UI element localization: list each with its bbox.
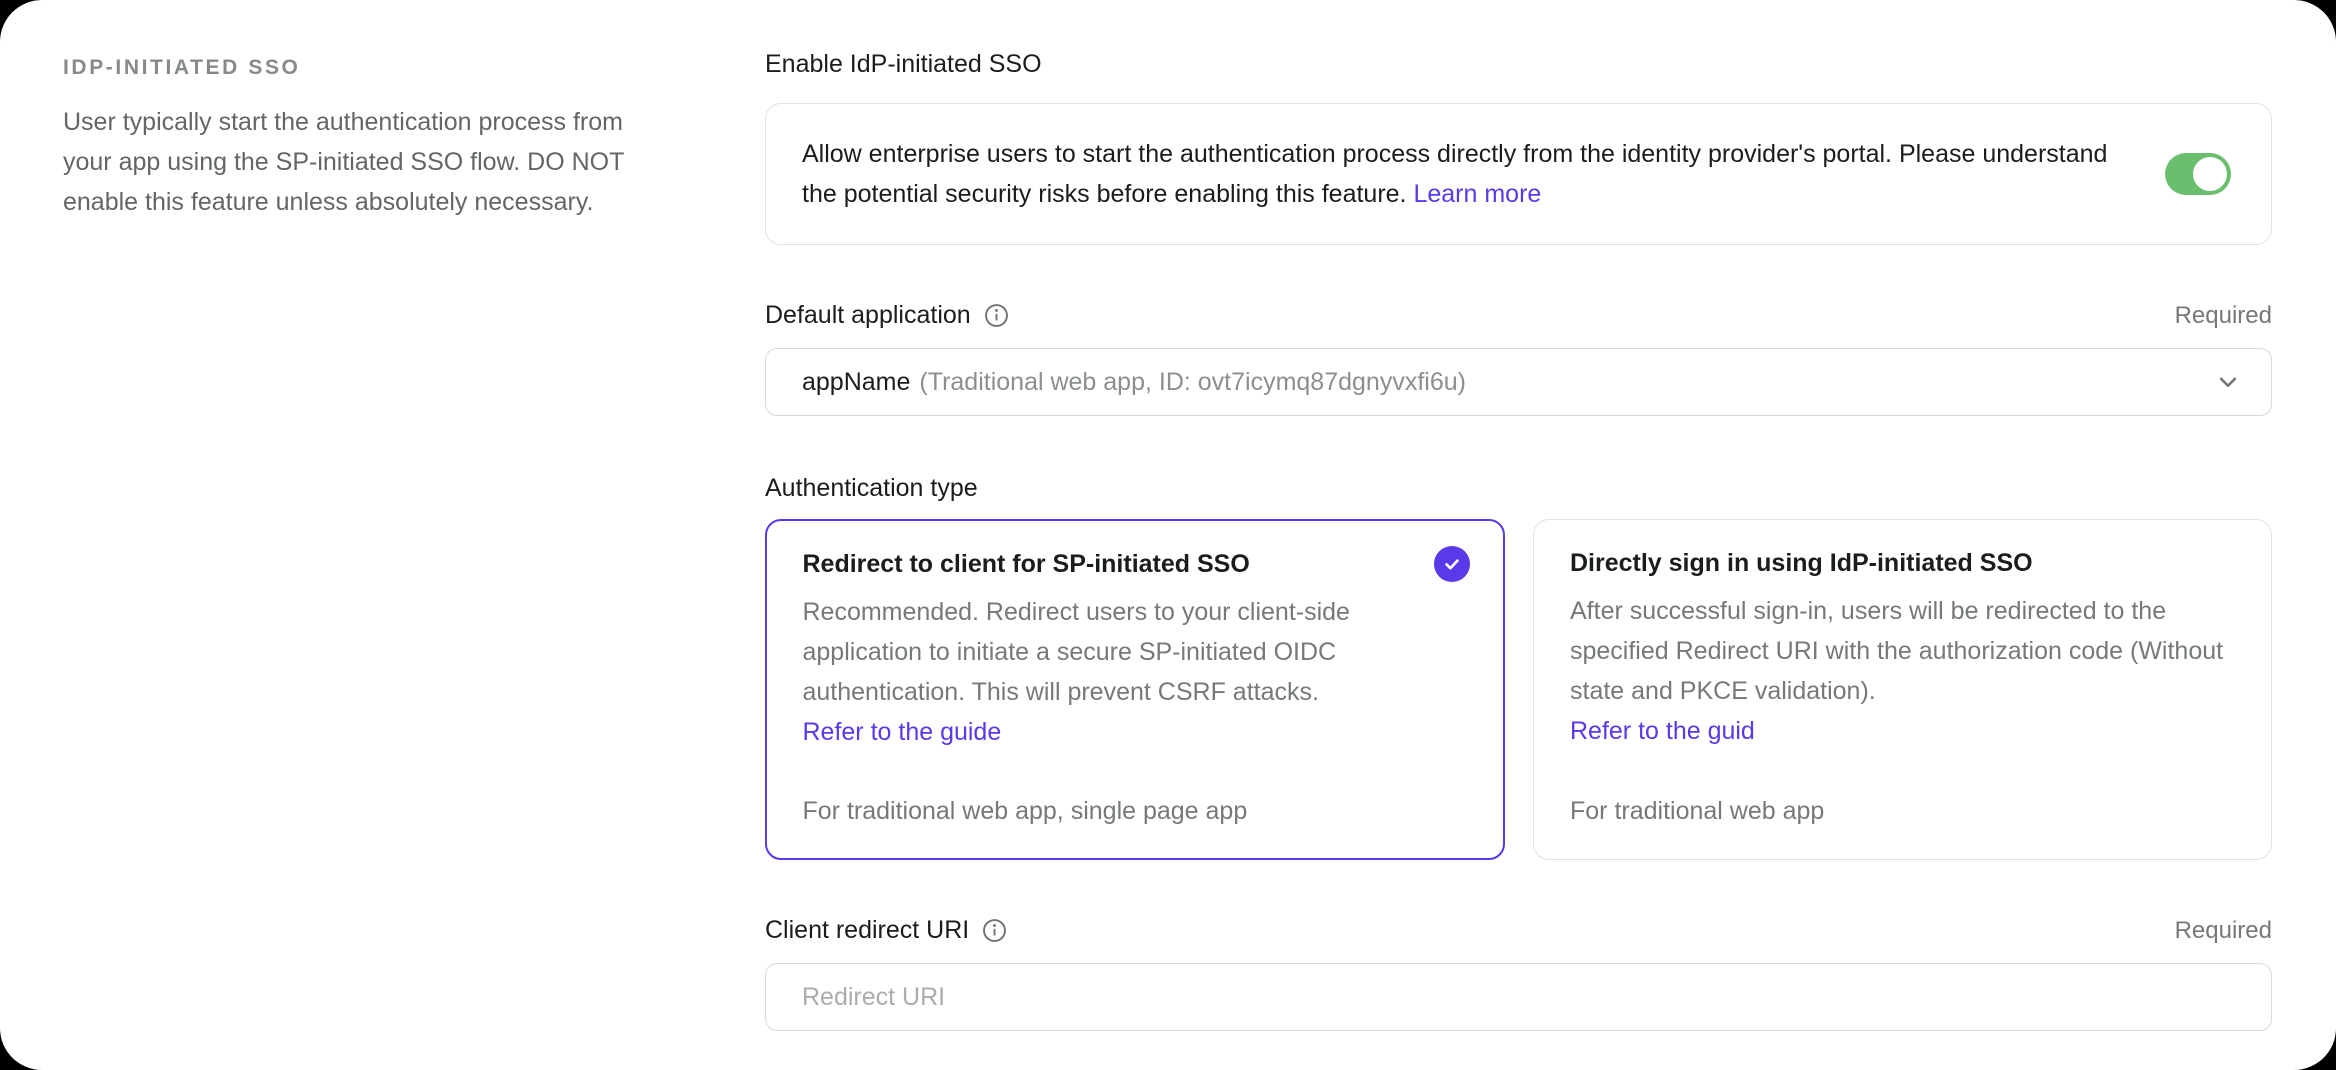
check-icon xyxy=(1434,546,1470,582)
enable-idp-sso-card: Allow enterprise users to start the auth… xyxy=(765,103,2272,245)
option-description: After successful sign-in, users will be … xyxy=(1570,591,2237,711)
default-application-label-row: Default application Required xyxy=(765,301,2272,330)
learn-more-link[interactable]: Learn more xyxy=(1413,180,1541,208)
option-footnote: For traditional web app xyxy=(1570,767,2237,831)
option-title: Directly sign in using IdP-initiated SSO xyxy=(1570,545,2237,581)
option-card-sp-initiated[interactable]: Redirect to client for SP-initiated SSO … xyxy=(765,519,1505,860)
option-description: Recommended. Redirect users to your clie… xyxy=(803,592,1470,712)
option-title: Redirect to client for SP-initiated SSO xyxy=(803,546,1434,582)
enable-idp-sso-description: Allow enterprise users to start the auth… xyxy=(802,134,2117,214)
option-card-idp-initiated[interactable]: Directly sign in using IdP-initiated SSO… xyxy=(1533,519,2272,860)
idp-initiated-sso-settings-page: IDP-INITIATED SSO User typically start t… xyxy=(0,0,2336,1070)
settings-form: Enable IdP-initiated SSO Allow enterpris… xyxy=(765,50,2272,1070)
authentication-type-options: Redirect to client for SP-initiated SSO … xyxy=(765,519,2272,860)
refer-to-guide-link[interactable]: Refer to the guid xyxy=(1570,711,2237,751)
option-footnote: For traditional web app, single page app xyxy=(803,767,1470,831)
toggle-knob xyxy=(2193,157,2227,191)
required-badge: Required xyxy=(2175,917,2272,945)
info-icon[interactable] xyxy=(981,917,1008,944)
chevron-down-icon xyxy=(2213,367,2243,397)
section-explainer: IDP-INITIATED SSO User typically start t… xyxy=(63,50,663,1070)
client-redirect-uri-input[interactable] xyxy=(765,963,2272,1031)
enable-idp-sso-toggle[interactable] xyxy=(2165,153,2231,195)
client-redirect-uri-label-row: Client redirect URI Required xyxy=(765,916,2272,945)
default-application-select[interactable]: appName (Traditional web app, ID: ovt7ic… xyxy=(765,348,2272,416)
default-application-label: Default application xyxy=(765,301,971,330)
section-description: User typically start the authentication … xyxy=(63,102,663,222)
authentication-type-label: Authentication type xyxy=(765,474,2272,503)
client-redirect-uri-label: Client redirect URI xyxy=(765,916,969,945)
enable-idp-sso-label: Enable IdP-initiated SSO xyxy=(765,50,2272,79)
refer-to-guide-link[interactable]: Refer to the guide xyxy=(803,712,1470,752)
selected-app-detail: (Traditional web app, ID: ovt7icymq87dgn… xyxy=(919,368,1466,397)
required-badge: Required xyxy=(2175,302,2272,330)
selected-app-name: appName xyxy=(802,368,910,397)
section-heading: IDP-INITIATED SSO xyxy=(63,56,663,80)
info-icon[interactable] xyxy=(983,302,1010,329)
